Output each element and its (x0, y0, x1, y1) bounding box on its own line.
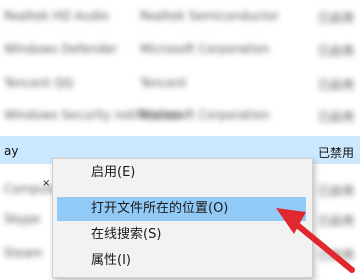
pointer-arrow-icon (276, 208, 355, 273)
